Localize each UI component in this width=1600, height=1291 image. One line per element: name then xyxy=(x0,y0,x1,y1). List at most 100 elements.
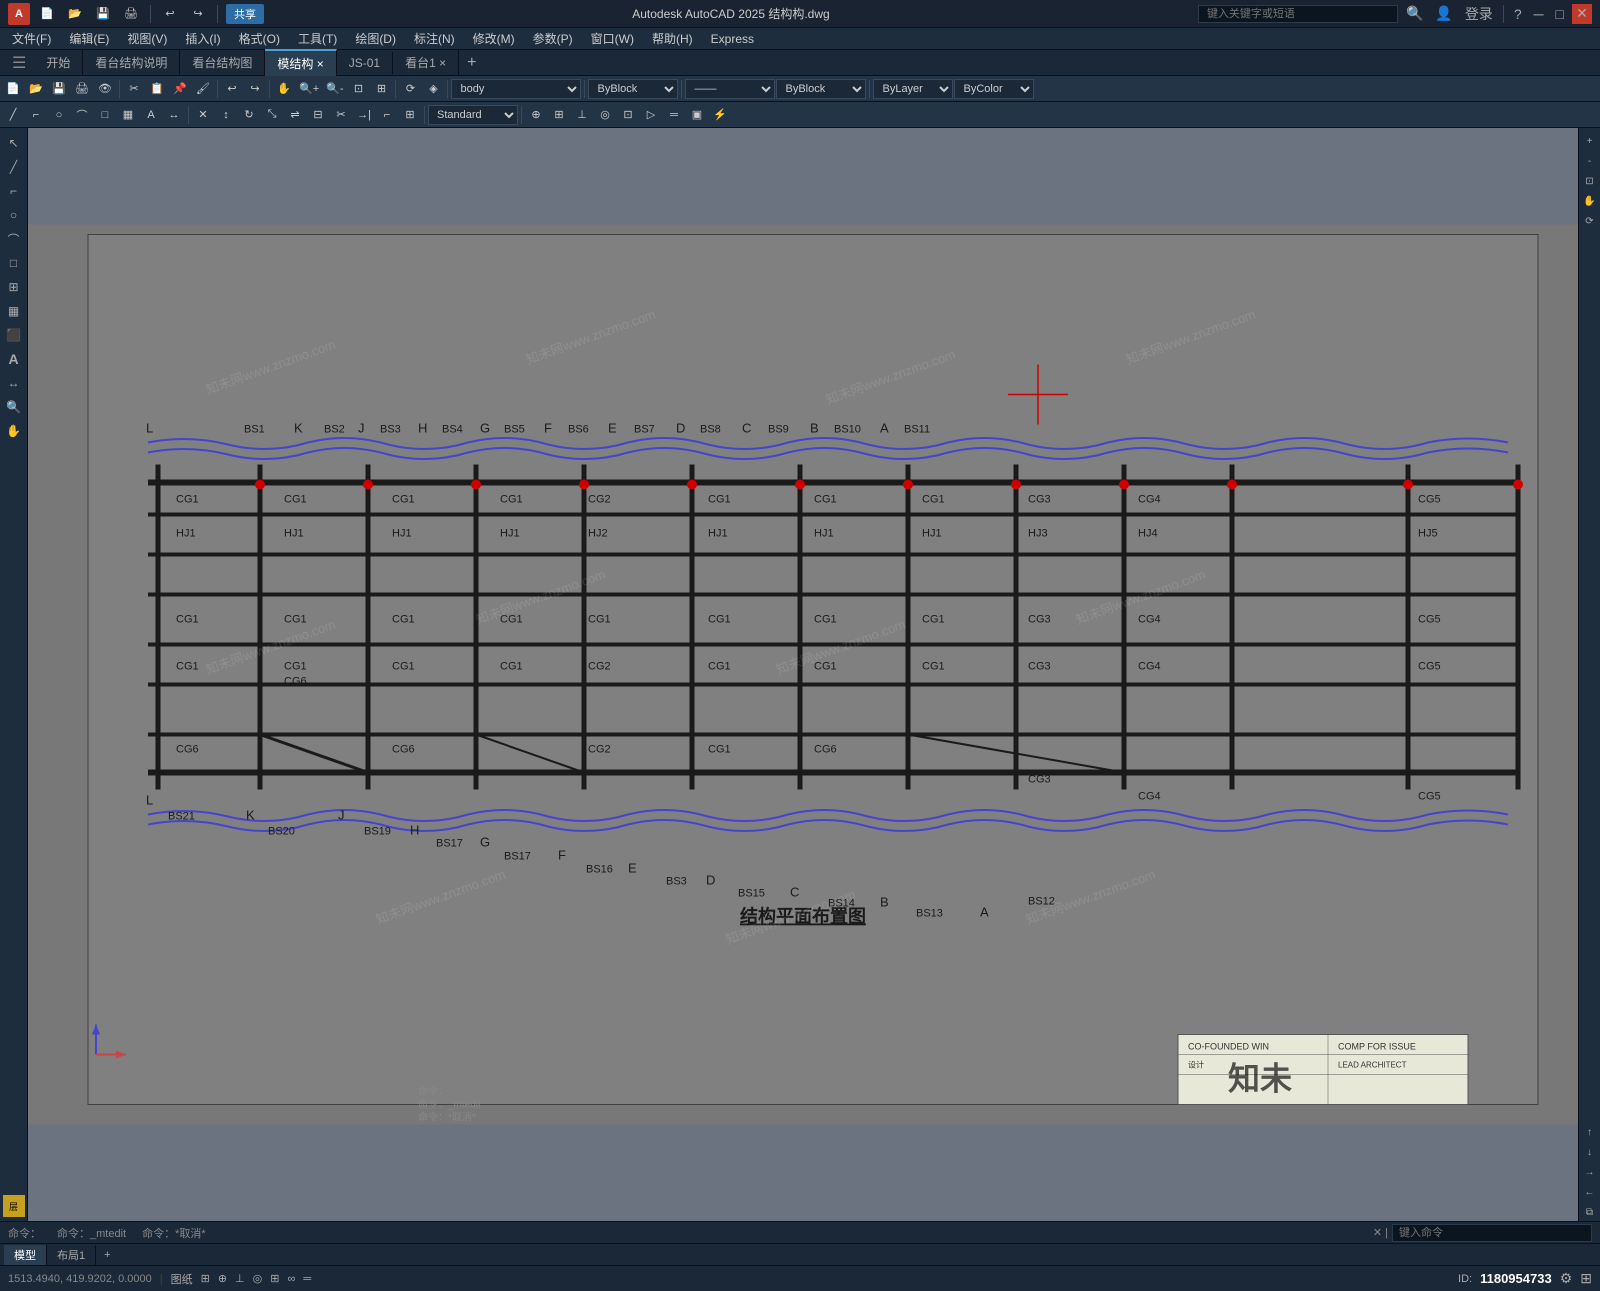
plotstyle-select[interactable]: ByColor xyxy=(954,79,1034,99)
menu-express[interactable]: Express xyxy=(703,30,762,48)
rt-nav4[interactable]: ← xyxy=(1581,1183,1599,1201)
print-btn[interactable]: 🖨 xyxy=(120,3,142,25)
save-btn[interactable]: 💾 xyxy=(92,3,114,25)
tb-paste[interactable]: 📌 xyxy=(169,78,191,100)
tb-undo2[interactable]: ↩ xyxy=(221,78,243,100)
tb-scale[interactable]: ⤡ xyxy=(261,104,283,126)
menu-param[interactable]: 参数(P) xyxy=(525,28,581,49)
open-btn[interactable]: 📂 xyxy=(64,3,86,25)
tb-plot[interactable]: 🖨 xyxy=(71,78,93,100)
text-style-select[interactable]: Standard xyxy=(428,105,518,125)
tb-pline[interactable]: ⌐ xyxy=(25,104,47,126)
help-btn[interactable]: ? xyxy=(1510,6,1526,22)
lt-rect[interactable]: □ xyxy=(3,252,25,274)
tb-mirror[interactable]: ⇌ xyxy=(284,104,306,126)
tb-match[interactable]: 🖌 xyxy=(192,78,214,100)
rt-nav2[interactable]: ↓ xyxy=(1581,1143,1599,1161)
bottom-tab-layout1[interactable]: 布局1 xyxy=(47,1245,96,1265)
tb-circle[interactable]: ○ xyxy=(48,104,70,126)
menu-modify[interactable]: 修改(M) xyxy=(465,28,523,49)
menu-help[interactable]: 帮助(H) xyxy=(644,28,701,49)
menu-dimension[interactable]: 标注(N) xyxy=(406,28,463,49)
paper-mode[interactable]: 图纸 xyxy=(171,1271,193,1287)
tab-add[interactable]: + xyxy=(459,50,484,76)
menu-draw[interactable]: 绘图(D) xyxy=(347,28,404,49)
tb-dynin[interactable]: ▷ xyxy=(640,104,662,126)
lt-insert[interactable]: ⊞ xyxy=(3,276,25,298)
menu-file[interactable]: 文件(F) xyxy=(4,28,59,49)
menu-insert[interactable]: 插入(I) xyxy=(177,28,228,49)
tb-trans[interactable]: ▣ xyxy=(686,104,708,126)
tb-text[interactable]: A xyxy=(140,104,162,126)
tb-extend[interactable]: →| xyxy=(353,104,375,126)
tb-array[interactable]: ⊞ xyxy=(399,104,421,126)
linetype-select[interactable]: —— xyxy=(685,79,775,99)
tb-zoom-all[interactable]: ⊞ xyxy=(370,78,392,100)
tb-quick[interactable]: ⚡ xyxy=(709,104,731,126)
maximize-btn[interactable]: □ xyxy=(1552,6,1568,22)
lt-arc[interactable]: ⌒ xyxy=(3,228,25,250)
tab-start[interactable]: 开始 xyxy=(34,50,83,75)
rt-zoom-out[interactable]: - xyxy=(1581,152,1599,170)
search-icon-btn[interactable]: 🔍 xyxy=(1402,5,1427,22)
bottom-tab-add[interactable]: + xyxy=(96,1247,118,1263)
tb-redo2[interactable]: ↪ xyxy=(244,78,266,100)
lt-line[interactable]: ╱ xyxy=(3,156,25,178)
grid-btn[interactable]: ⊞ xyxy=(201,1272,210,1285)
bottom-tab-model[interactable]: 模型 xyxy=(4,1245,47,1265)
tb-open[interactable]: 📂 xyxy=(25,78,47,100)
tb-erase[interactable]: ✕ xyxy=(192,104,214,126)
tb-ortho[interactable]: ⊥ xyxy=(571,104,593,126)
tb-hatch[interactable]: ▦ xyxy=(117,104,139,126)
ortho-btn[interactable]: ⊥ xyxy=(235,1272,245,1285)
redo-btn[interactable]: ↪ xyxy=(187,3,209,25)
otrack-btn[interactable]: ∞ xyxy=(287,1273,295,1285)
tb-osnap[interactable]: ⊕ xyxy=(525,104,547,126)
lt-select[interactable]: ↖ xyxy=(3,132,25,154)
menu-edit[interactable]: 编辑(E) xyxy=(61,28,117,49)
rt-nav1[interactable]: ↑ xyxy=(1581,1123,1599,1141)
rt-nav3[interactable]: → xyxy=(1581,1163,1599,1181)
rt-orbit[interactable]: ⟳ xyxy=(1581,212,1599,230)
tb-rotate[interactable]: ↻ xyxy=(238,104,260,126)
tb-pan[interactable]: ✋ xyxy=(273,78,295,100)
lt-text-a[interactable]: A xyxy=(3,348,25,370)
tb-move[interactable]: ↕ xyxy=(215,104,237,126)
search-input[interactable] xyxy=(1198,5,1398,23)
lt-region[interactable]: ⬛ xyxy=(3,324,25,346)
layer-select[interactable]: body xyxy=(451,79,581,99)
lineweight-select[interactable]: ByLayer xyxy=(873,79,953,99)
tb-copy[interactable]: 📋 xyxy=(146,78,168,100)
undo-btn[interactable]: ↩ xyxy=(159,3,181,25)
color-select-2[interactable]: ByBlock xyxy=(776,79,866,99)
tb-snap[interactable]: ⊞ xyxy=(548,104,570,126)
tb-track[interactable]: ⊡ xyxy=(617,104,639,126)
hamburger-menu[interactable]: ☰ xyxy=(4,53,34,73)
tab-stand[interactable]: 看台1 × xyxy=(393,50,459,75)
tab-desc[interactable]: 看台结构说明 xyxy=(83,50,180,75)
tb-3drotate[interactable]: ⟳ xyxy=(399,78,421,100)
new-btn[interactable]: 📄 xyxy=(36,3,58,25)
rt-viewcube[interactable]: ⧉ xyxy=(1581,1203,1599,1221)
tb-rect[interactable]: □ xyxy=(94,104,116,126)
tb-dim[interactable]: ↔ xyxy=(163,104,185,126)
lt-zoom[interactable]: 🔍 xyxy=(3,396,25,418)
layout-icon[interactable]: ⊞ xyxy=(1580,1270,1592,1287)
menu-tools[interactable]: 工具(T) xyxy=(290,28,345,49)
tb-line[interactable]: ╱ xyxy=(2,104,24,126)
tab-struct[interactable]: 看台结构图 xyxy=(180,50,265,75)
lt-pline[interactable]: ⌐ xyxy=(3,180,25,202)
share-button[interactable]: 共享 xyxy=(226,4,264,24)
login-text[interactable]: 登录 xyxy=(1461,4,1497,24)
polar-btn[interactable]: ◎ xyxy=(253,1272,263,1285)
tb-zoom-ext[interactable]: ⊡ xyxy=(347,78,369,100)
user-btn[interactable]: 👤 xyxy=(1431,5,1456,22)
lineweight-btn[interactable]: ═ xyxy=(303,1273,311,1285)
menu-view[interactable]: 视图(V) xyxy=(119,28,175,49)
tb-offset[interactable]: ⊟ xyxy=(307,104,329,126)
snap-btn[interactable]: ⊕ xyxy=(218,1272,227,1285)
lt-hatch[interactable]: ▦ xyxy=(3,300,25,322)
rt-zoom-ext2[interactable]: ⊡ xyxy=(1581,172,1599,190)
osnap-btn[interactable]: ⊞ xyxy=(270,1272,279,1285)
tb-arc[interactable]: ⌒ xyxy=(71,104,93,126)
